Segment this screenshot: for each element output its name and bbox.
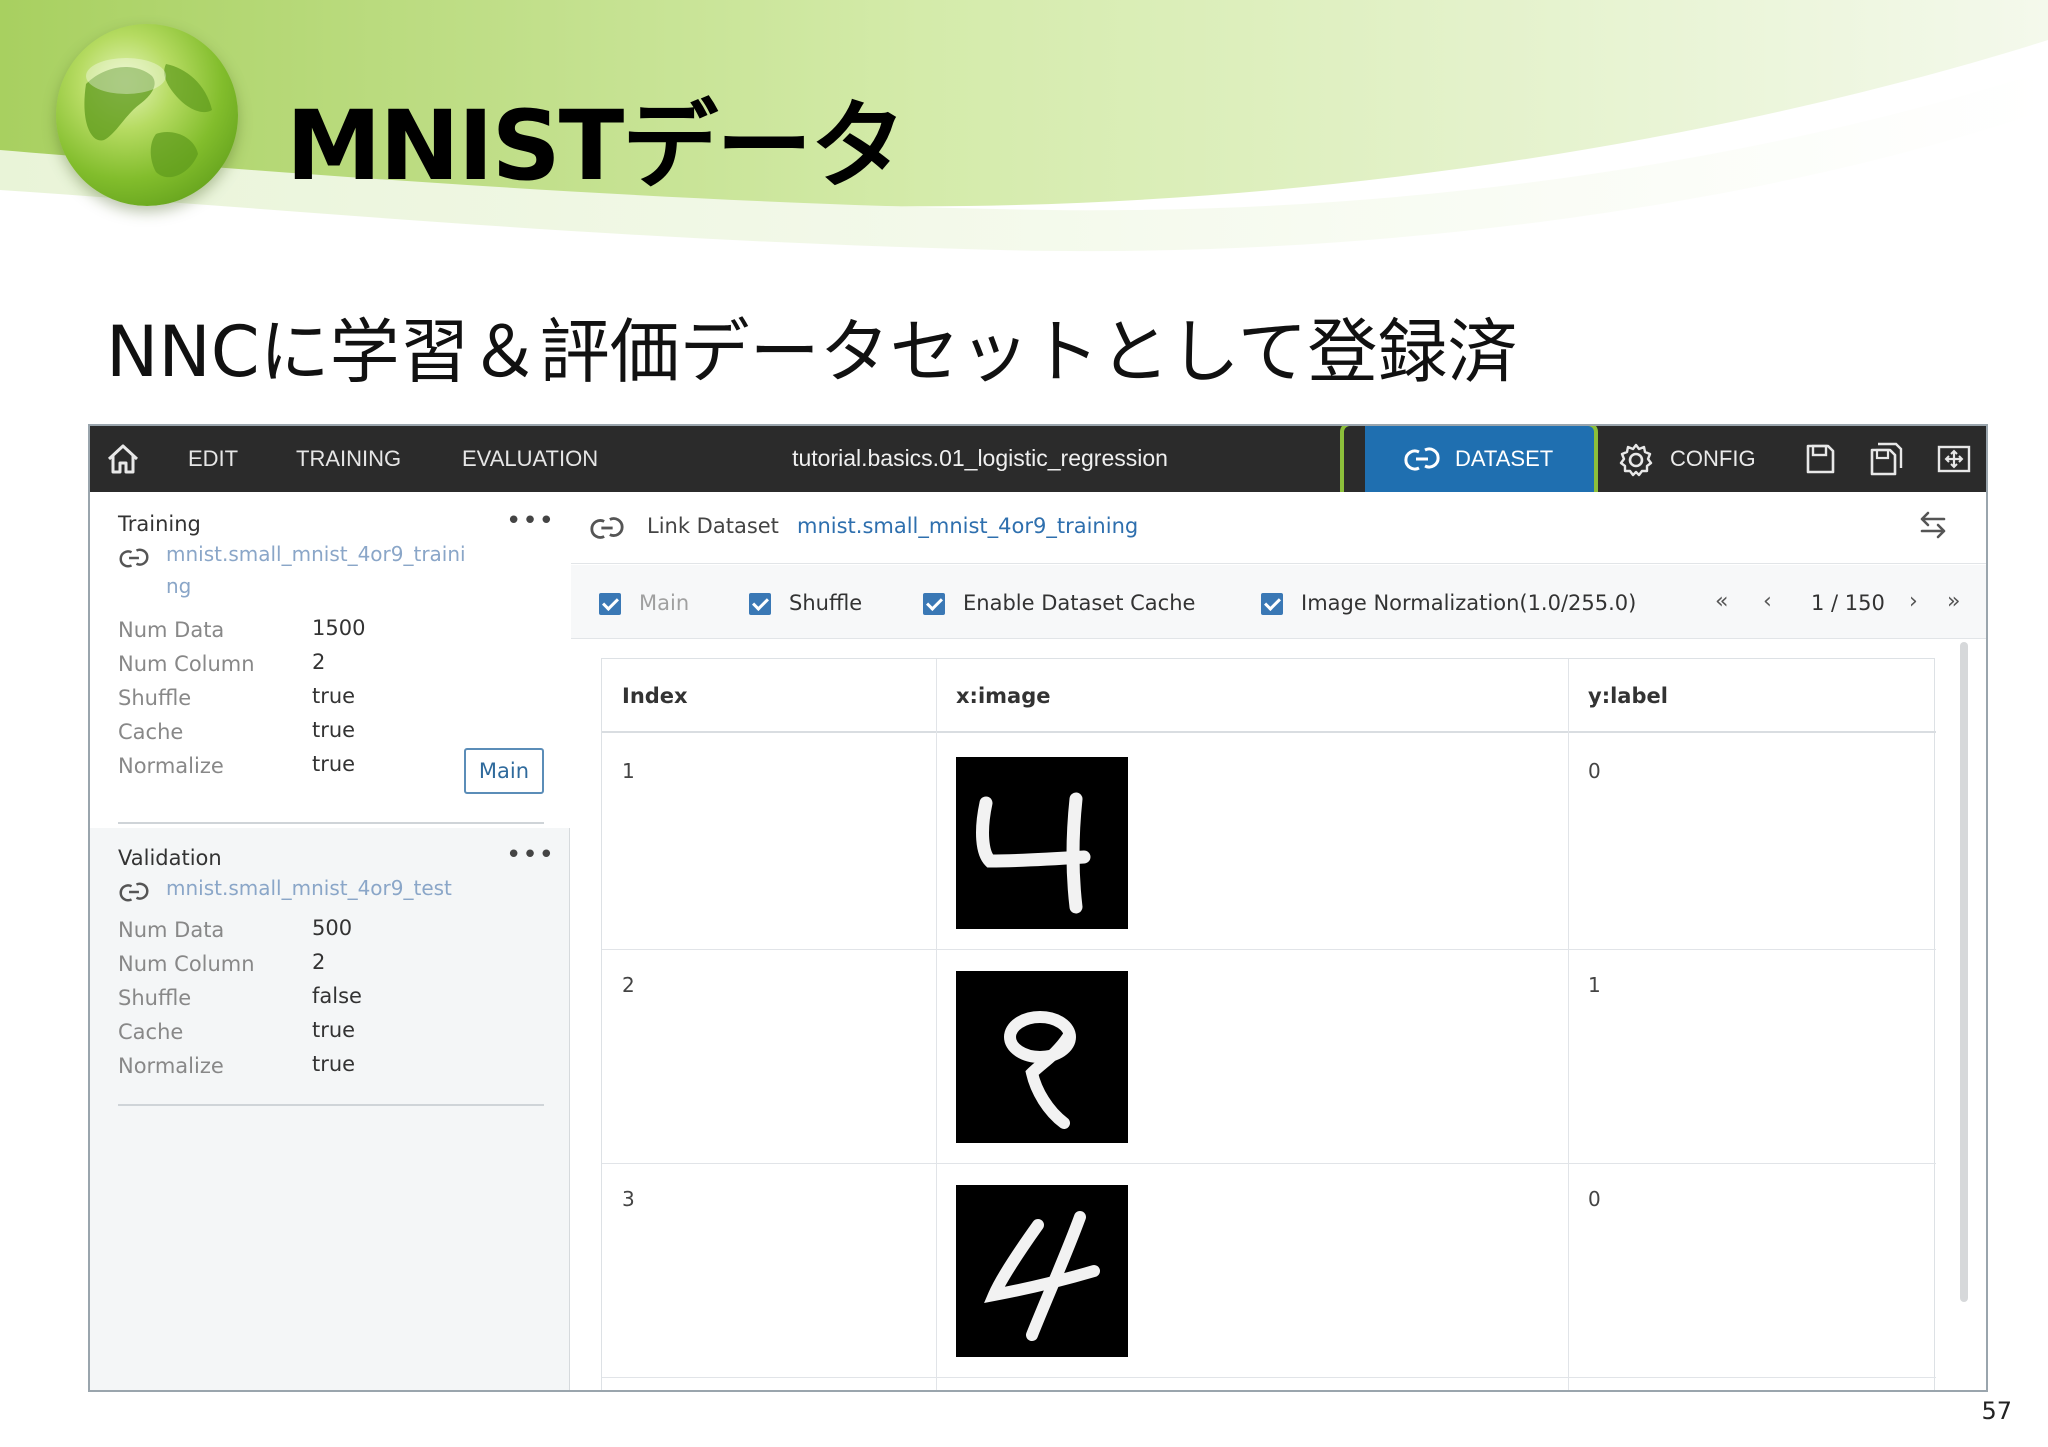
home-icon[interactable] xyxy=(104,440,142,478)
field-key: Num Data xyxy=(118,918,225,942)
fit-view-icon[interactable] xyxy=(1936,441,1972,477)
main-button[interactable]: Main xyxy=(464,748,544,794)
field-key: Num Column xyxy=(118,652,255,676)
first-page-icon[interactable]: « xyxy=(1715,589,1728,614)
cell-label: 0 xyxy=(1588,759,1601,783)
field-value: 2 xyxy=(312,650,326,674)
column-header-index[interactable]: Index xyxy=(602,659,936,733)
dataset-table: Index x:image y:label 1 0 2 1 3 0 xyxy=(601,658,1936,1390)
save-icon[interactable] xyxy=(1802,441,1838,477)
field-value: 1500 xyxy=(312,616,366,640)
slide-subtitle: NNCに学習＆評価データセットとして登録済 xyxy=(106,311,1518,393)
row-divider xyxy=(602,1377,1936,1378)
next-page-icon[interactable]: › xyxy=(1909,589,1918,614)
training-link-line2: ng xyxy=(166,574,192,598)
dataset-list-panel: Training ••• mnist.small_mnist_4or9_trai… xyxy=(90,492,570,1390)
checkbox-checked-icon xyxy=(923,593,945,615)
link-icon xyxy=(590,517,624,539)
tab-evaluation[interactable]: EVALUATION xyxy=(462,446,598,472)
mnist-digit-4-image xyxy=(956,757,1128,929)
cell-index: 2 xyxy=(622,973,635,997)
link-dataset-value[interactable]: mnist.small_mnist_4or9_training xyxy=(797,514,1138,538)
column-divider xyxy=(936,659,937,1390)
row-divider xyxy=(602,949,1936,950)
checkbox-label: Enable Dataset Cache xyxy=(963,591,1196,615)
validation-dataset-link[interactable]: mnist.small_mnist_4or9_test xyxy=(166,872,506,904)
tab-edit[interactable]: EDIT xyxy=(188,446,238,472)
validation-title: Validation xyxy=(118,846,222,870)
field-key: Shuffle xyxy=(118,686,192,710)
tab-config-label: CONFIG xyxy=(1670,446,1756,471)
link-icon xyxy=(1404,447,1440,471)
table-scrollbar[interactable] xyxy=(1960,642,1968,1302)
checkbox-label: Shuffle xyxy=(789,591,863,615)
training-more-menu[interactable]: ••• xyxy=(506,506,555,536)
field-key: Cache xyxy=(118,720,184,744)
checkbox-checked-icon xyxy=(599,593,621,615)
field-key: Num Data xyxy=(118,618,225,642)
mnist-digit-4-image xyxy=(956,1185,1128,1357)
divider xyxy=(118,1104,544,1106)
field-key: Cache xyxy=(118,1020,184,1044)
validation-more-menu[interactable]: ••• xyxy=(506,840,555,870)
dataset-options-bar: Main Shuffle Enable Dataset Cache Image … xyxy=(571,565,1986,639)
checkbox-label: Image Normalization(1.0/255.0) xyxy=(1301,591,1637,615)
training-dataset-link[interactable]: mnist.small_mnist_4or9_traini ng xyxy=(166,538,506,602)
tab-training[interactable]: TRAINING xyxy=(296,446,401,472)
project-name: tutorial.basics.01_logistic_regression xyxy=(792,445,1168,471)
column-divider xyxy=(1568,659,1569,1390)
gear-icon xyxy=(1619,443,1653,477)
link-dataset-bar: Link Dataset mnist.small_mnist_4or9_trai… xyxy=(571,492,1986,564)
mnist-digit-9-image xyxy=(956,971,1128,1143)
column-header-image[interactable]: x:image xyxy=(936,659,1568,733)
slide-title: MNISTデータ xyxy=(286,90,906,202)
field-value: 2 xyxy=(312,950,326,974)
page-indicator: 1 / 150 xyxy=(1811,591,1885,615)
tab-dataset-label: DATASET xyxy=(1455,446,1554,471)
page-number: 57 xyxy=(1981,1397,2012,1425)
nnc-window: EDIT TRAINING EVALUATION tutorial.basics… xyxy=(88,424,1988,1392)
checkbox-label: Main xyxy=(639,591,690,615)
training-link-line1: mnist.small_mnist_4or9_traini xyxy=(166,542,466,566)
top-navigation-bar: EDIT TRAINING EVALUATION tutorial.basics… xyxy=(90,426,1986,492)
cell-label: 0 xyxy=(1588,1187,1601,1211)
cell-index: 3 xyxy=(622,1187,635,1211)
cell-label: 1 xyxy=(1588,973,1601,997)
link-icon xyxy=(119,882,149,902)
checkbox-checked-icon xyxy=(1261,593,1283,615)
field-value: true xyxy=(312,1018,356,1042)
field-value: 500 xyxy=(312,916,353,940)
checkbox-checked-icon xyxy=(749,593,771,615)
column-header-label[interactable]: y:label xyxy=(1568,659,1936,733)
link-dataset-label: Link Dataset xyxy=(647,514,779,538)
prev-page-icon[interactable]: ‹ xyxy=(1763,589,1772,614)
last-page-icon[interactable]: » xyxy=(1947,589,1960,614)
field-key: Shuffle xyxy=(118,986,192,1010)
cell-index: 1 xyxy=(622,759,635,783)
field-key: Normalize xyxy=(118,1054,224,1078)
globe-logo xyxy=(56,24,238,206)
save-as-icon[interactable] xyxy=(1868,441,1904,477)
dataset-viewer-panel: Link Dataset mnist.small_mnist_4or9_trai… xyxy=(571,492,1986,1390)
field-value: true xyxy=(312,718,356,742)
link-icon xyxy=(119,548,149,568)
tab-dataset[interactable]: DATASET xyxy=(1365,426,1595,492)
swap-icon[interactable] xyxy=(1916,508,1950,542)
divider xyxy=(118,822,544,824)
field-key: Normalize xyxy=(118,754,224,778)
field-key: Num Column xyxy=(118,952,255,976)
field-value: true xyxy=(312,752,356,776)
row-divider xyxy=(602,1163,1936,1164)
training-title: Training xyxy=(118,512,201,536)
validation-dataset-card[interactable]: Validation ••• mnist.small_mnist_4or9_te… xyxy=(90,828,570,1128)
field-value: true xyxy=(312,1052,356,1076)
field-value: false xyxy=(312,984,362,1008)
training-dataset-card[interactable]: Training ••• mnist.small_mnist_4or9_trai… xyxy=(90,492,570,828)
field-value: true xyxy=(312,684,356,708)
